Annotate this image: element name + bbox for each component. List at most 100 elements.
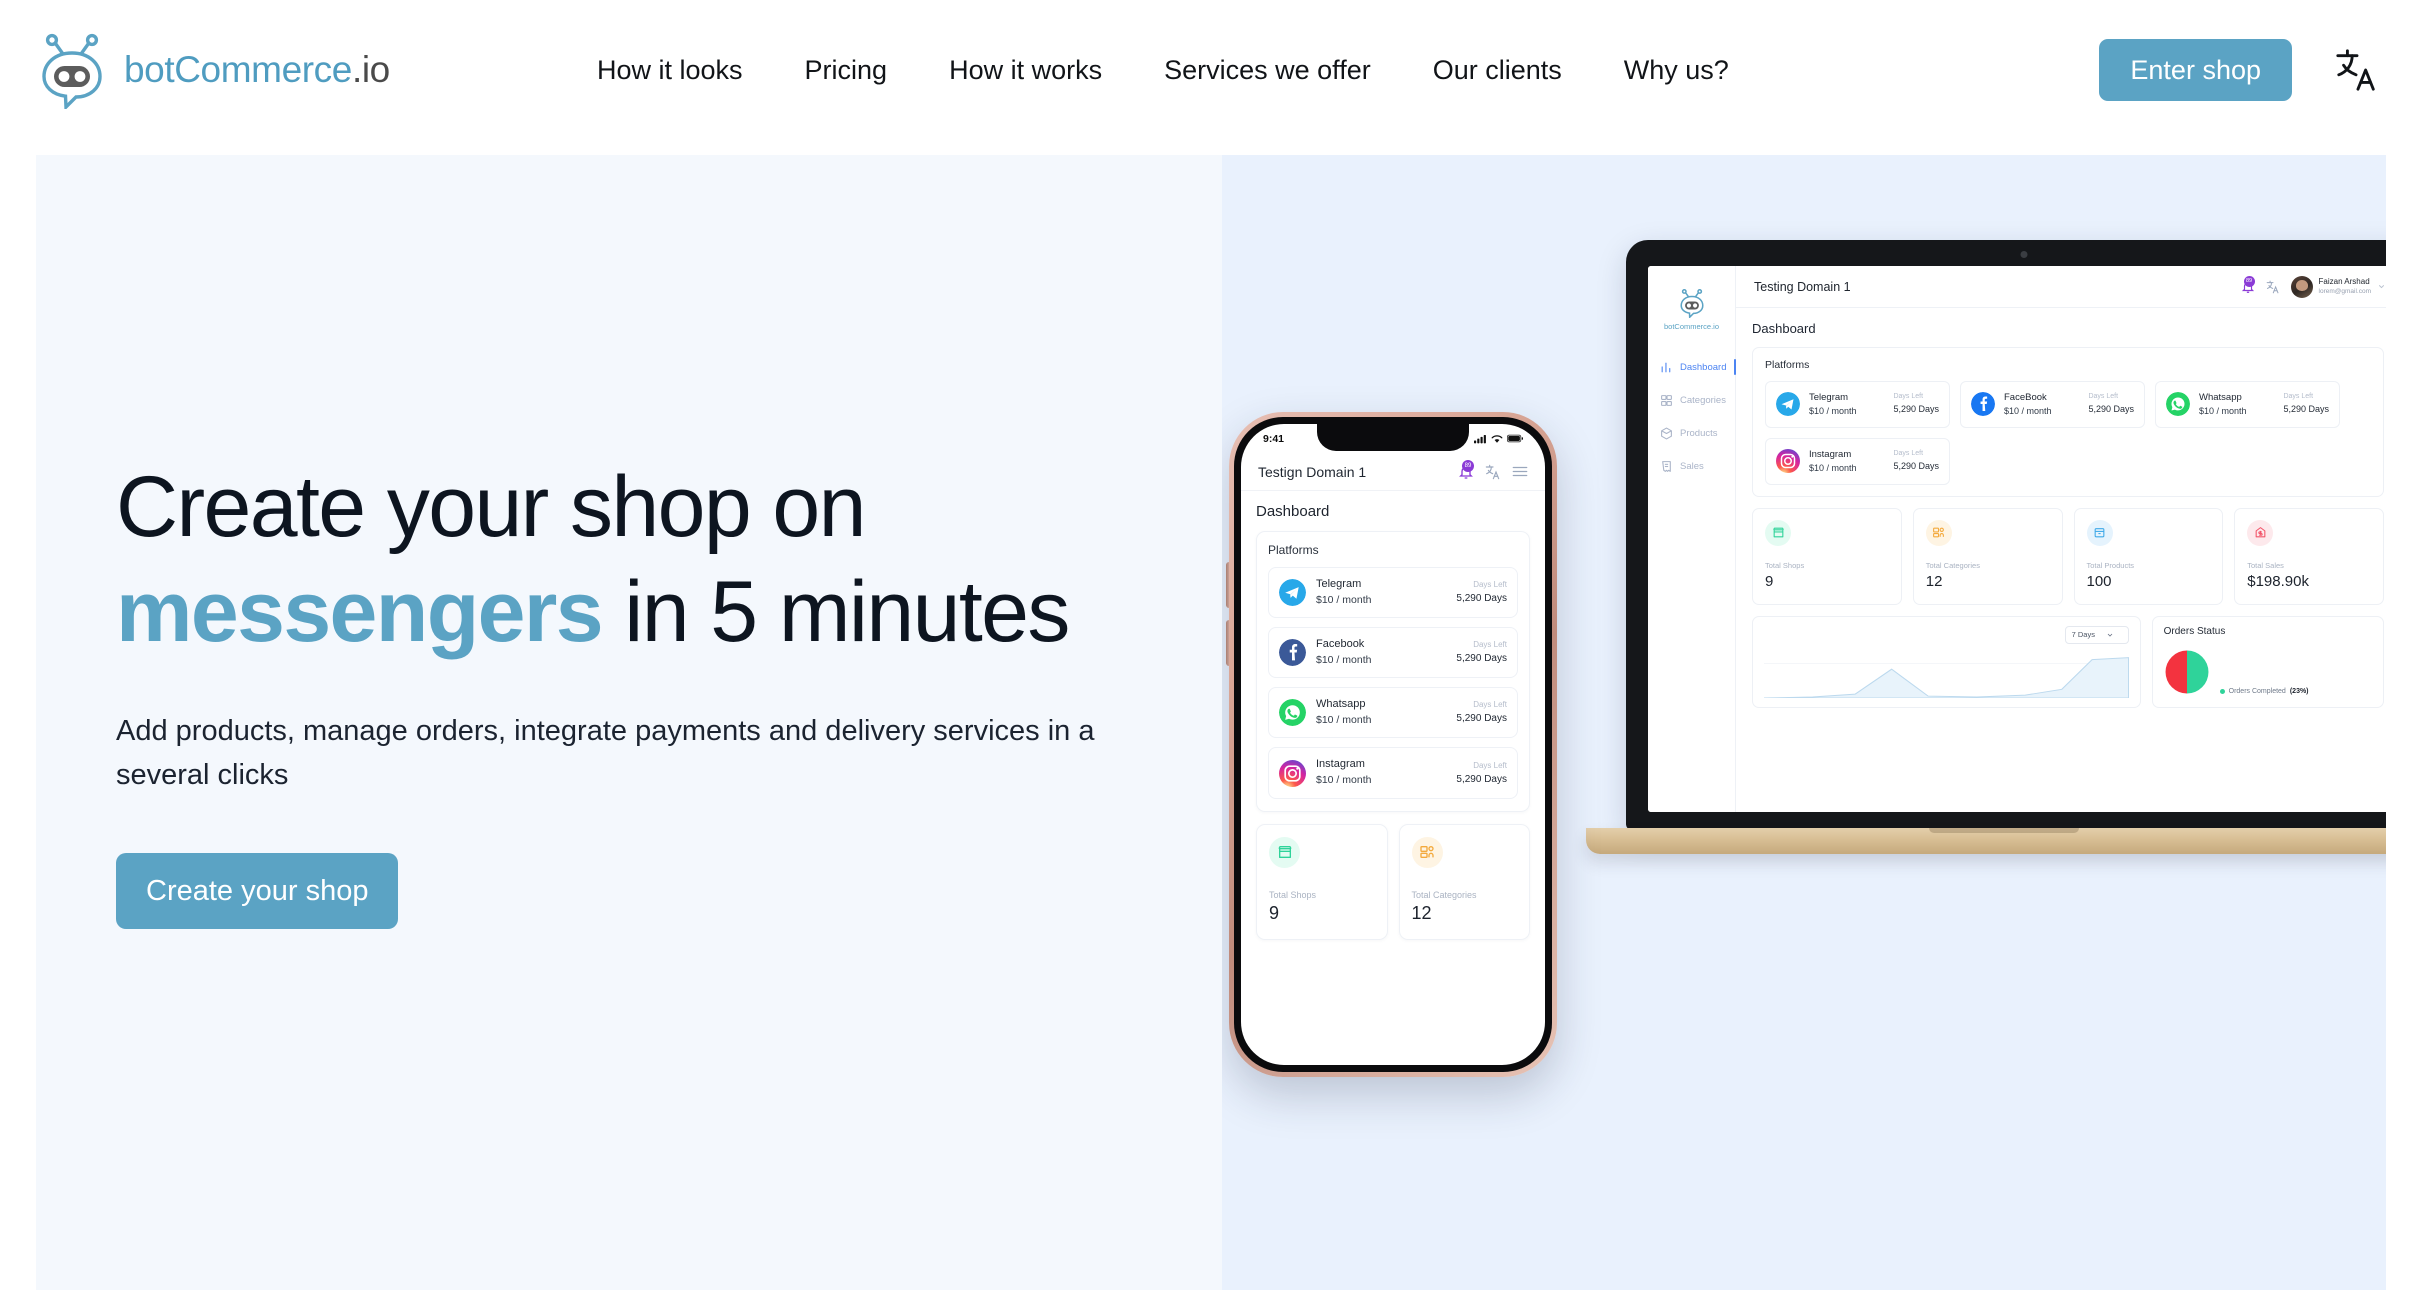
- platform-meta: Telegram $10 / month: [1809, 391, 1857, 418]
- stat-card-total-categories: Total Categories 12: [1912, 507, 2063, 605]
- nav-item-why-us[interactable]: Why us?: [1593, 56, 1760, 84]
- chart-range-select[interactable]: 7 Days: [2064, 625, 2129, 644]
- chart-panel-header: 7 Days: [1764, 625, 2129, 644]
- notification-badge: 89: [2243, 275, 2255, 287]
- categories-icon: [1933, 527, 1945, 538]
- phone-platform-meta: Whatsapp $10 / month: [1316, 697, 1371, 728]
- phone-platform-whatsapp[interactable]: Whatsapp $10 / month Days Left 5,290 Day…: [1268, 687, 1518, 739]
- phone-platform-instagram[interactable]: Instagram $10 / month Days Left 5,290 Da…: [1268, 747, 1518, 799]
- platform-name: Whatsapp: [2199, 392, 2242, 403]
- phone-frame: 9:41 Testign Domain 1 89 Dashboard Platf…: [1229, 412, 1557, 1077]
- main-navigation: How it looks Pricing How it works Servic…: [566, 0, 1760, 140]
- dashboard-sidebar-logo-text: botCommerce.io: [1663, 322, 1720, 331]
- phone-topbar: Testign Domain 1 89: [1241, 453, 1545, 491]
- platform-card-facebook[interactable]: FaceBook $10 / month Days Left 5,290 Day…: [1960, 381, 2145, 428]
- instagram-icon: [1776, 449, 1800, 474]
- legend-dot-icon: [2219, 688, 2225, 694]
- sidebar-item-categories[interactable]: Categories: [1648, 384, 1735, 417]
- brand-name-primary: botCommerce: [124, 49, 352, 90]
- hero-copy: Create your shop on messengers in 5 minu…: [116, 455, 1156, 930]
- phone-topbar-actions: 89: [1458, 459, 1528, 480]
- sidebar-item-label: Products: [1680, 428, 1718, 439]
- platform-days: Days Left 5,290 Days: [1893, 449, 1939, 473]
- nav-item-how-it-works[interactable]: How it works: [918, 56, 1133, 84]
- stat-label: Total Sales: [2247, 560, 2284, 570]
- phone-platforms-panel: Platforms Telegram $10 / month Days Left: [1256, 531, 1530, 812]
- hero-subtitle: Add products, manage orders, integrate p…: [116, 714, 1095, 791]
- platform-name: Instagram: [1316, 758, 1365, 771]
- hero-title: Create your shop on messengers in 5 minu…: [116, 455, 1156, 665]
- stat-value: 12: [1925, 572, 1943, 590]
- platform-price: $10 / month: [1316, 714, 1372, 727]
- days-left-label: Days Left: [1473, 760, 1507, 770]
- site-header: botCommerce.io How it looks Pricing How …: [0, 0, 2422, 140]
- platform-price: $10 / month: [1316, 654, 1372, 667]
- days-left-value: 5,290 Days: [1456, 653, 1507, 665]
- categories-icon: [1661, 395, 1672, 406]
- phone-platform-days: Days Left 5,290 Days: [1456, 579, 1507, 606]
- stat-card-total-products: Total Products 100: [2073, 507, 2224, 605]
- laptop-base: [1586, 828, 2386, 854]
- orders-status-title: Orders Status: [2163, 625, 2226, 637]
- phone-platform-facebook[interactable]: Facebook $10 / month Days Left 5,290 Day…: [1268, 627, 1518, 679]
- stat-value: 12: [1411, 903, 1432, 924]
- nav-item-services-we-offer[interactable]: Services we offer: [1133, 56, 1402, 84]
- phone-notifications-button[interactable]: 89: [1458, 459, 1474, 480]
- platform-card-whatsapp[interactable]: Whatsapp $10 / month Days Left 5,290 Day…: [2155, 381, 2340, 428]
- sidebar-item-label: Sales: [1680, 461, 1704, 472]
- platform-card-telegram[interactable]: Telegram $10 / month Days Left 5,290 Day…: [1765, 381, 1950, 428]
- sales-icon-wrap: [2247, 519, 2274, 546]
- platform-meta: Whatsapp $10 / month: [2199, 391, 2247, 418]
- facebook-icon: [1971, 392, 1995, 417]
- sidebar-item-label: Dashboard: [1680, 362, 1727, 373]
- stat-value: 100: [2086, 572, 2112, 590]
- enter-shop-button[interactable]: Enter shop: [2099, 38, 2292, 102]
- platforms-panel: Platforms Telegram $10 / month Days Left…: [1752, 347, 2384, 497]
- phone-platform-meta: Facebook $10 / month: [1316, 637, 1371, 668]
- phone-body: Dashboard Platforms Telegram $10 / month: [1241, 491, 1545, 1065]
- create-your-shop-button[interactable]: Create your shop: [116, 852, 399, 930]
- sidebar-item-products[interactable]: Products: [1648, 417, 1735, 450]
- dashboard-lower-row: 7 Days Orders Status Orders Completed (2…: [1752, 615, 2384, 708]
- days-left-label: Days Left: [1473, 640, 1507, 650]
- platform-name: Instagram: [1809, 448, 1852, 460]
- nav-item-pricing[interactable]: Pricing: [774, 56, 919, 84]
- sidebar-item-dashboard[interactable]: Dashboard: [1648, 351, 1736, 384]
- laptop-camera-icon: [2020, 251, 2028, 258]
- platform-name: FaceBook: [2004, 392, 2047, 403]
- translate-icon[interactable]: [1485, 464, 1501, 480]
- categories-icon-wrap: [1925, 519, 1952, 546]
- dashboard-topbar: Testing Domain 1 89 Faizan Arshad lorem@…: [1736, 266, 2386, 308]
- sidebar-item-sales[interactable]: Sales: [1648, 450, 1735, 483]
- dashboard-user-menu[interactable]: Faizan Arshad lorem@gmail.com: [2290, 275, 2386, 298]
- days-left-value: 5,290 Days: [2283, 403, 2329, 414]
- language-switcher-button[interactable]: [2328, 41, 2386, 99]
- hamburger-menu-icon[interactable]: [1512, 465, 1528, 478]
- platform-card-instagram[interactable]: Instagram $10 / month Days Left 5,290 Da…: [1765, 437, 1950, 485]
- brand-logo[interactable]: botCommerce.io: [36, 22, 390, 118]
- user-email: lorem@gmail.com: [2318, 287, 2371, 295]
- orders-status-chart-row: Orders Completed (23%): [2164, 649, 2372, 695]
- notifications-button[interactable]: 89: [2241, 275, 2255, 294]
- platform-days: Days Left 5,290 Days: [1893, 392, 1939, 416]
- nav-item-our-clients[interactable]: Our clients: [1402, 56, 1593, 84]
- translate-icon[interactable]: [2266, 280, 2280, 294]
- platform-name: Facebook: [1316, 638, 1365, 651]
- phone-platforms-title: Platforms: [1268, 543, 1319, 557]
- dashboard-stats-row: Total Shops 9 Total Categories 12 Total …: [1752, 507, 2384, 605]
- platform-meta: FaceBook $10 / month: [2004, 391, 2052, 418]
- categories-icon-wrap: [1411, 836, 1443, 868]
- phone-bezel: 9:41 Testign Domain 1 89 Dashboard Platf…: [1234, 417, 1552, 1072]
- platform-price: $10 / month: [1316, 774, 1372, 787]
- stat-value: 9: [1269, 903, 1280, 924]
- bot-logo-icon: [1679, 288, 1704, 318]
- stat-value: $198.90k: [2247, 572, 2309, 590]
- facebook-icon: [1279, 639, 1306, 667]
- nav-item-how-it-looks[interactable]: How it looks: [566, 56, 774, 84]
- phone-platform-telegram[interactable]: Telegram $10 / month Days Left 5,290 Day…: [1268, 567, 1518, 619]
- hero-title-part2: in 5 minutes: [601, 563, 1070, 660]
- notification-badge: 89: [1462, 459, 1474, 472]
- stat-value: 9: [1765, 572, 1774, 590]
- phone-stats-row: Total Shops 9 Total Categories 12: [1256, 823, 1530, 941]
- phone-domain-title: Testign Domain 1: [1258, 463, 1367, 480]
